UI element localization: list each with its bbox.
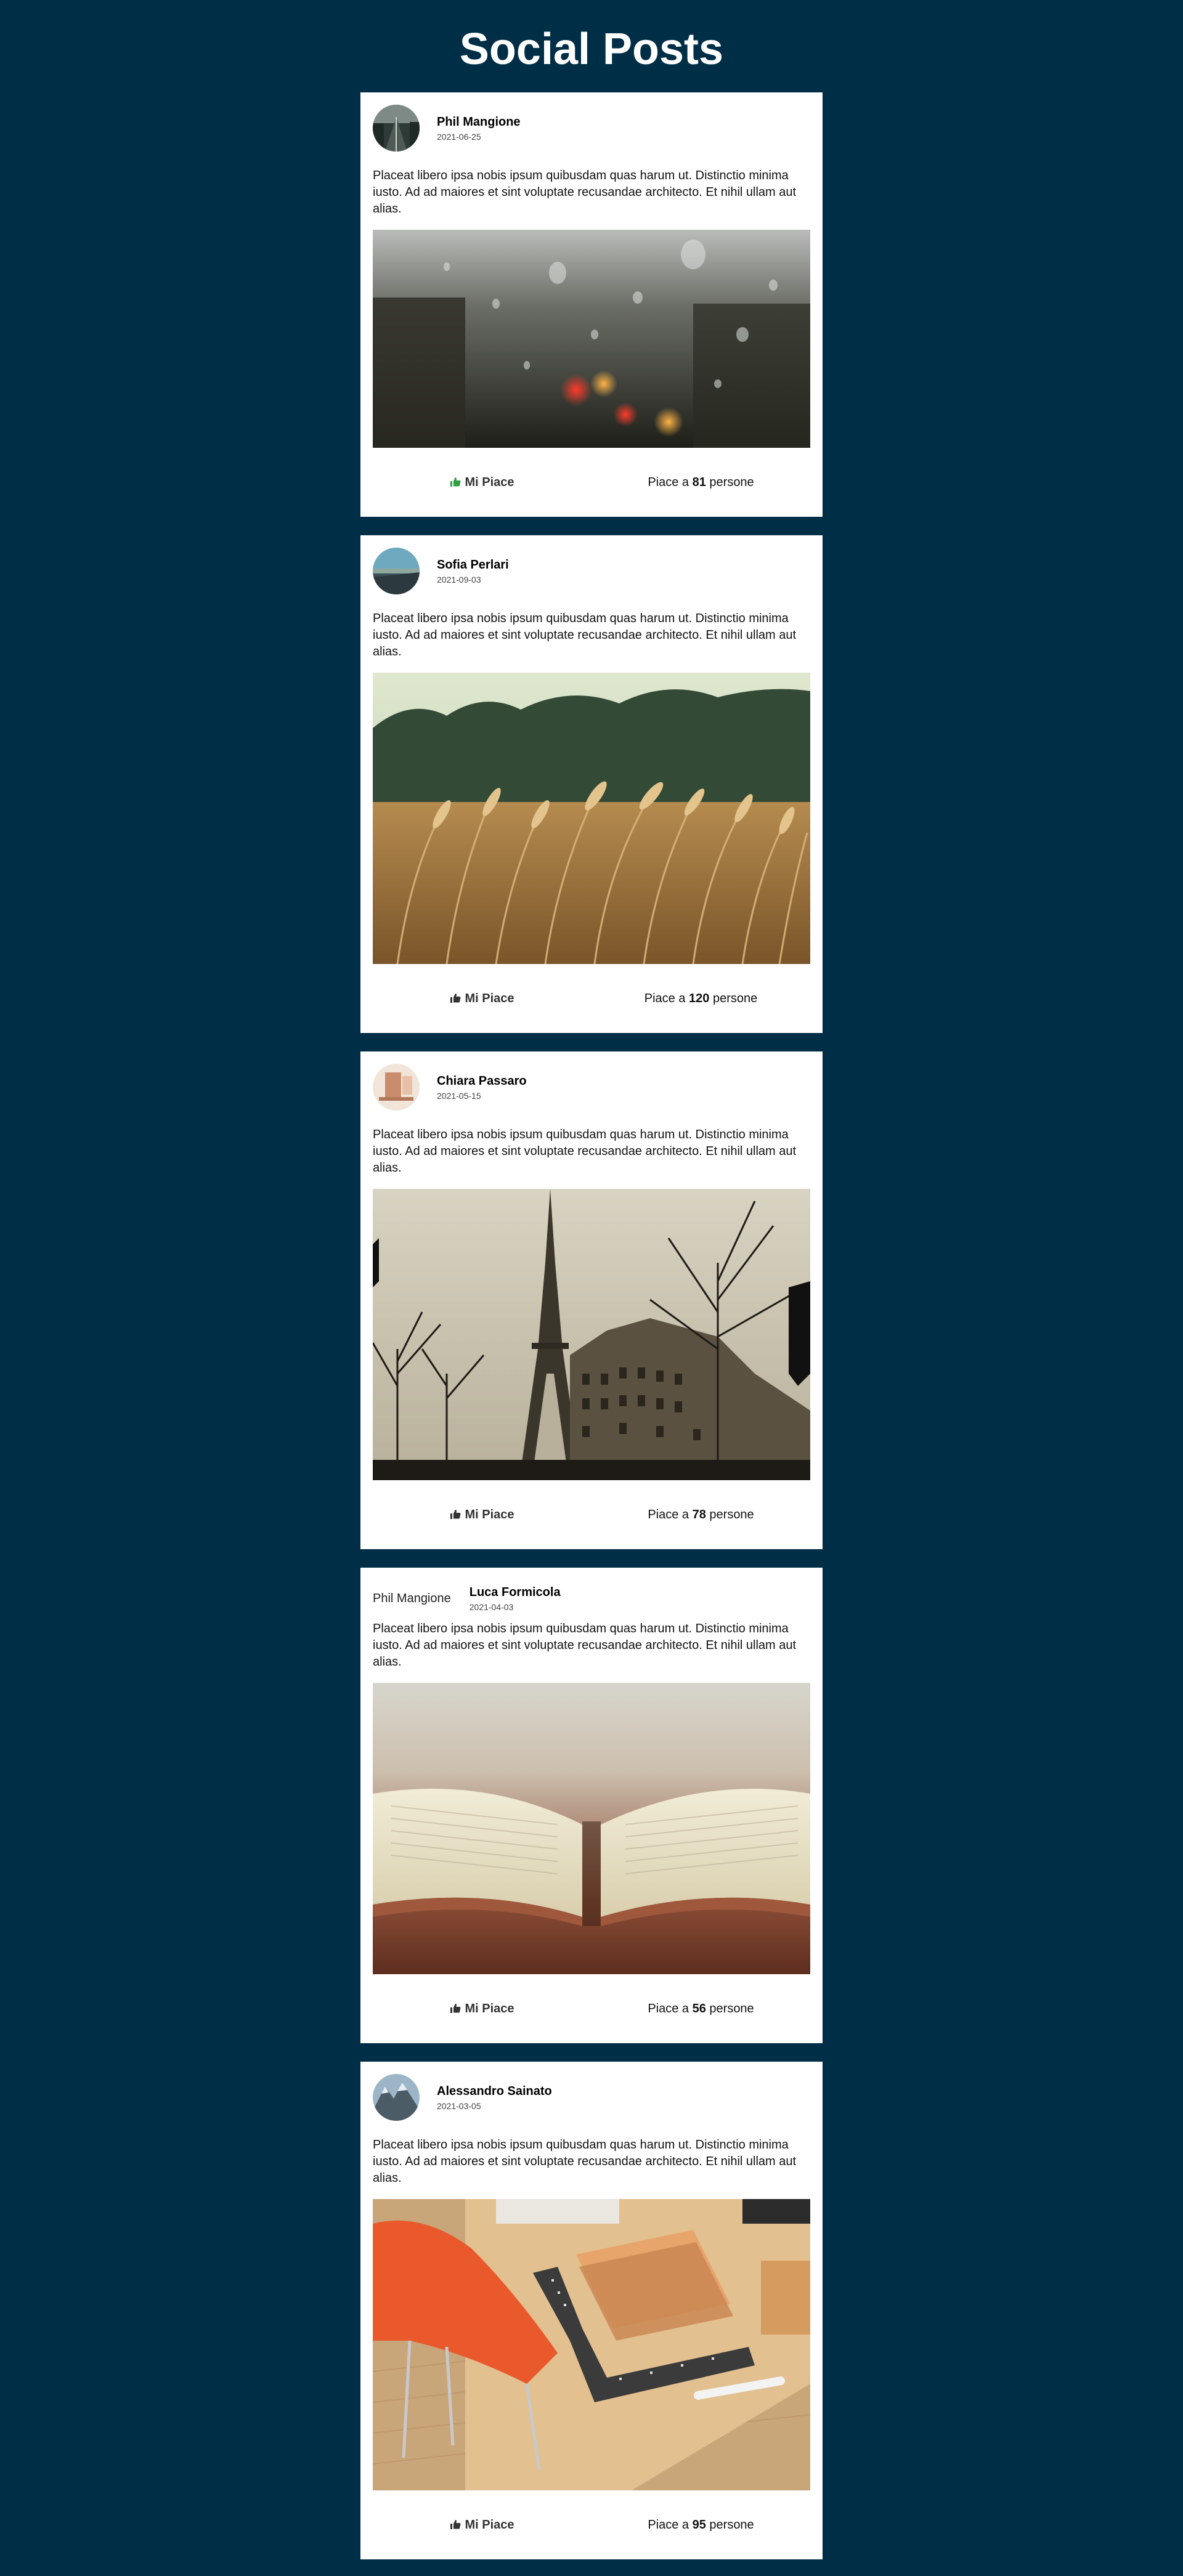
like-label: Mi Piace <box>465 2517 514 2532</box>
posts-list: Phil Mangione 2021-06-25 Placeat libero … <box>360 92 823 2559</box>
likes-counter: Piace a 95 persone <box>592 2518 810 2532</box>
post-header: Alessandro Sainato 2021-03-05 <box>373 2074 810 2121</box>
post-card: Phil Mangione Luca Formicola 2021-04-03 … <box>360 1568 823 2043</box>
like-button[interactable]: Mi Piace <box>373 2002 592 2016</box>
like-button[interactable]: Mi Piace <box>373 992 592 1006</box>
post-card: Phil Mangione 2021-06-25 Placeat libero … <box>360 92 823 517</box>
post-text: Placeat libero ipsa nobis ipsum quibusda… <box>373 1622 797 1669</box>
likes-suffix: persone <box>712 991 758 1005</box>
post-image <box>373 1189 810 1480</box>
post-text: Placeat libero ipsa nobis ipsum quibusda… <box>373 2138 797 2185</box>
post-text: Placeat libero ipsa nobis ipsum quibusda… <box>373 169 797 216</box>
author-name[interactable]: Luca Formicola <box>470 1586 561 1600</box>
post-date: 2021-05-15 <box>437 1090 481 1101</box>
likes-prefix: Piace a <box>648 475 689 489</box>
post-footer: Mi Piace Piace a 81 persone <box>373 448 810 517</box>
likes-suffix: persone <box>709 475 754 489</box>
post-card: Alessandro Sainato 2021-03-05 Placeat li… <box>360 2062 823 2559</box>
post-card: Chiara Passaro 2021-05-15 Placeat libero… <box>360 1051 823 1549</box>
thumbs-up-icon <box>450 476 461 487</box>
likes-count: 120 <box>689 991 710 1005</box>
post-footer: Mi Piace Piace a 56 persone <box>373 1974 810 2043</box>
thumbs-up-icon <box>450 1509 461 1520</box>
likes-prefix: Piace a <box>648 1507 689 1521</box>
author-avatar <box>373 548 420 594</box>
thumbs-up-icon <box>450 992 461 1003</box>
like-button[interactable]: Mi Piace <box>373 1508 592 1522</box>
author-avatar <box>373 105 420 152</box>
likes-counter: Piace a 78 persone <box>592 1508 810 1522</box>
author-name[interactable]: Phil Mangione <box>437 115 521 129</box>
likes-prefix: Piace a <box>644 991 686 1005</box>
author-name[interactable]: Sofia Perlari <box>437 558 509 572</box>
likes-suffix: persone <box>709 2001 754 2015</box>
post-date: 2021-09-03 <box>437 574 481 585</box>
post-footer: Mi Piace Piace a 78 persone <box>373 1480 810 1549</box>
post-image <box>373 2199 810 2490</box>
post-footer: Mi Piace Piace a 95 persone <box>373 2490 810 2559</box>
author-avatar <box>373 2074 420 2121</box>
post-image <box>373 230 810 448</box>
post-date: 2021-06-25 <box>437 131 481 142</box>
author-avatar <box>373 1064 420 1111</box>
post-image <box>373 673 810 964</box>
post-image <box>373 1683 810 1974</box>
likes-counter: Piace a 81 persone <box>592 476 810 490</box>
likes-counter: Piace a 56 persone <box>592 2002 810 2016</box>
like-label: Mi Piace <box>465 991 514 1005</box>
page-title: Social Posts <box>459 25 724 74</box>
likes-prefix: Piace a <box>648 2001 689 2015</box>
post-header: Sofia Perlari 2021-09-03 <box>373 548 810 594</box>
post-card: Sofia Perlari 2021-09-03 Placeat libero … <box>360 535 823 1033</box>
like-button[interactable]: Mi Piace <box>373 2518 592 2532</box>
post-date: 2021-03-05 <box>437 2100 481 2111</box>
author-name[interactable]: Chiara Passaro <box>437 1074 527 1088</box>
post-date: 2021-04-03 <box>469 1602 514 1612</box>
like-button[interactable]: Mi Piace <box>373 476 592 490</box>
post-text: Placeat libero ipsa nobis ipsum quibusda… <box>373 612 797 658</box>
post-header: Phil Mangione Luca Formicola 2021-04-03 <box>373 1580 810 1617</box>
post-text: Placeat libero ipsa nobis ipsum quibusda… <box>373 1128 797 1175</box>
thumbs-up-icon <box>450 2003 461 2014</box>
like-label: Mi Piace <box>465 475 514 489</box>
likes-suffix: persone <box>709 1507 754 1521</box>
likes-suffix: persone <box>709 2517 754 2532</box>
likes-count: 81 <box>692 475 706 489</box>
post-header: Chiara Passaro 2021-05-15 <box>373 1064 810 1111</box>
author-name[interactable]: Alessandro Sainato <box>437 2084 552 2099</box>
likes-counter: Piace a 120 persone <box>592 992 810 1006</box>
likes-count: 56 <box>692 2001 706 2015</box>
likes-count: 78 <box>692 1507 706 1521</box>
post-footer: Mi Piace Piace a 120 persone <box>373 964 810 1033</box>
like-label: Mi Piace <box>465 2001 514 2015</box>
author-avatar-alt-text: Phil Mangione <box>373 1591 451 1605</box>
thumbs-up-icon <box>450 2519 461 2530</box>
likes-count: 95 <box>692 2517 706 2532</box>
post-header: Phil Mangione 2021-06-25 <box>373 105 810 152</box>
like-label: Mi Piace <box>465 1507 514 1521</box>
likes-prefix: Piace a <box>648 2517 689 2532</box>
